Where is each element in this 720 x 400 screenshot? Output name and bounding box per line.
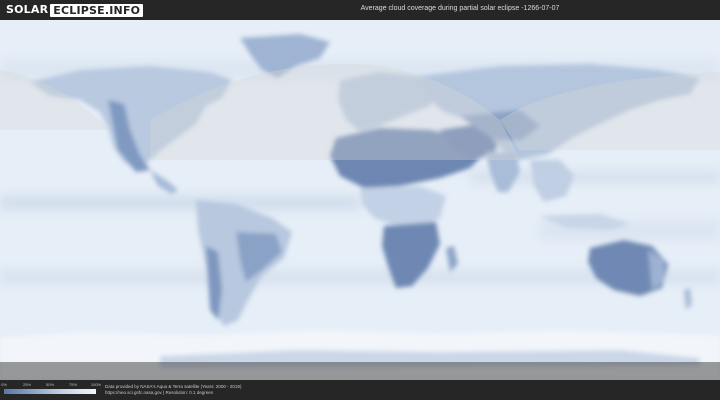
legend-color-bar	[4, 389, 96, 394]
header-bar: SOLAR ECLIPSE.INFO Average cloud coverag…	[0, 0, 720, 20]
footer-bar: 0% 25% 50% 75% 100% Data provided by NAS…	[0, 380, 720, 400]
site-logo[interactable]: SOLAR ECLIPSE.INFO	[6, 3, 144, 17]
legend-tick-100: 100%	[90, 382, 102, 387]
legend-tick-75: 75%	[68, 382, 78, 387]
page-title: Average cloud coverage during partial so…	[360, 5, 560, 12]
legend-tick-25: 25%	[22, 382, 32, 387]
cloud-coverage-map	[0, 20, 720, 380]
legend-ticks: 0% 25% 50% 75% 100%	[1, 382, 101, 388]
data-credits: Data provided by NASA's Aqua & Terra sat…	[105, 384, 241, 396]
legend-tick-0: 0%	[1, 382, 7, 387]
logo-text-solar: SOLAR	[6, 3, 49, 16]
logo-text-eclipse-info: ECLIPSE.INFO	[50, 3, 144, 17]
legend-tick-50: 50%	[45, 382, 55, 387]
credits-line-url: https://neo.sci.gsfc.nasa.gov | Resoluti…	[105, 390, 213, 395]
polar-night-band	[0, 362, 720, 380]
